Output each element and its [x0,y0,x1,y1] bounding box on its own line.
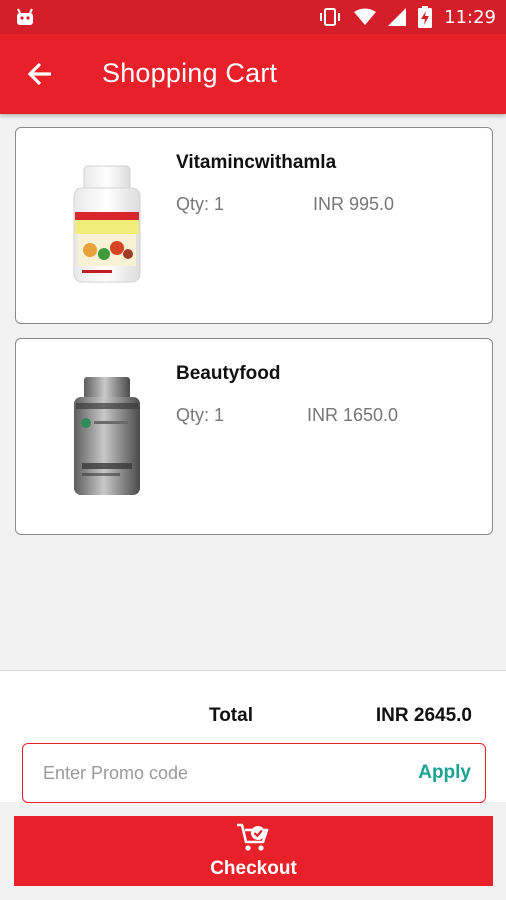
product-name: Vitamincwithamla [176,152,337,173]
battery-charging-icon [418,6,433,28]
total-label: Total [209,705,253,726]
product-price: INR 995.0 [313,194,395,214]
status-bar: 11:29 [0,0,506,34]
product-quantity: Qty: 1 [176,194,225,214]
android-notification-icon [17,8,33,25]
arrow-left-icon [27,62,51,86]
signal-icon [388,8,407,26]
page-title: Shopping Cart [102,58,278,88]
checkout-label: Checkout [210,858,297,879]
cart-item[interactable]: Beautyfood Qty: 1 INR 1650.0 [15,338,493,535]
status-time: 11:29 [444,6,496,28]
product-price: INR 1650.0 [307,405,399,425]
total-value: INR 2645.0 [375,705,472,726]
checkout-button[interactable]: Checkout [14,816,493,886]
app-bar: Shopping Cart [0,34,506,114]
promo-code-box: Apply [22,743,486,803]
back-button[interactable] [22,56,58,92]
product-image [73,165,141,283]
product-image [74,377,140,495]
apply-button[interactable]: Apply [418,744,471,802]
cart-item[interactable]: Vitamincwithamla Qty: 1 INR 995.0 [15,127,493,324]
product-name: Beautyfood [176,363,281,384]
vibrate-icon [320,8,341,26]
product-quantity: Qty: 1 [176,405,225,425]
wifi-icon [354,8,377,25]
promo-code-input[interactable] [43,744,403,802]
cart-check-icon [237,823,269,851]
order-summary: Total INR 2645.0 Apply [0,670,506,803]
